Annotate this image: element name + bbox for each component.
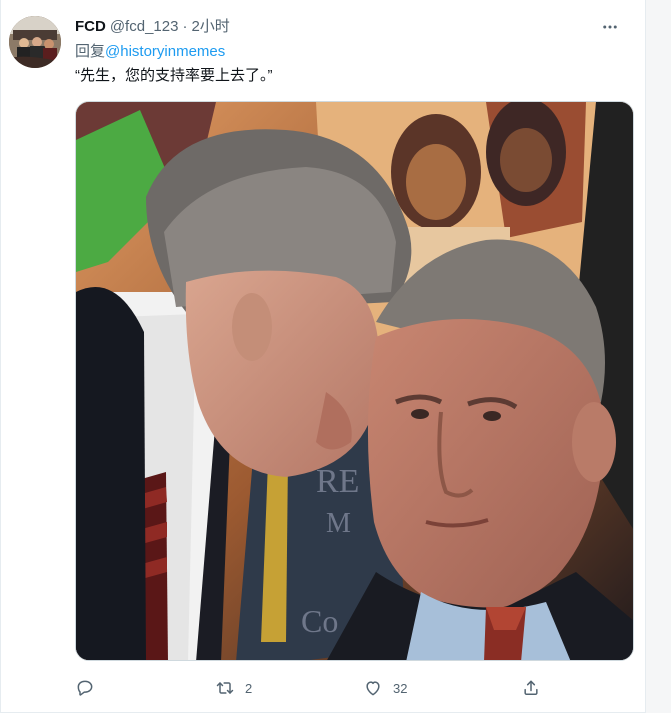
retweet-count: 2 [245, 680, 253, 696]
share-button[interactable] [521, 674, 541, 702]
reply-mention-link[interactable]: @historyinmemes [105, 43, 225, 60]
tweet-card: FCD @fcd_123 · 2小时 回复@historyinmemes “先生… [0, 0, 646, 713]
retweet-button[interactable]: 2 [215, 674, 252, 702]
reply-prefix: 回复 [75, 43, 106, 60]
tweet-header: FCD @fcd_123 · 2小时 [75, 16, 625, 38]
user-avatar[interactable] [9, 16, 61, 68]
tweet-photo[interactable]: RE M Co [75, 101, 634, 661]
timestamp[interactable]: 2小时 [191, 17, 229, 37]
share-upload-icon [524, 680, 538, 695]
reply-button[interactable] [75, 674, 105, 702]
reply-bubble-icon [77, 680, 93, 696]
svg-text:RE: RE [316, 463, 359, 500]
svg-text:Co: Co [301, 603, 338, 639]
tweet-actions-bar: 2 32 [75, 674, 545, 702]
like-count: 32 [393, 680, 408, 696]
tweet-text: “先生，您的支持率要上去了。” [75, 67, 273, 84]
heart-icon [366, 681, 380, 696]
more-options-button[interactable] [597, 14, 623, 40]
avatar-image [9, 16, 61, 68]
more-horizontal-icon [603, 25, 617, 29]
user-handle[interactable]: @fcd_123 [110, 17, 179, 37]
photo-illustration: RE M Co [76, 102, 633, 660]
replying-to: 回复@historyinmemes [75, 42, 225, 62]
separator-dot: · [182, 18, 188, 35]
display-name[interactable]: FCD [75, 17, 106, 37]
like-button[interactable]: 32 [363, 674, 407, 702]
svg-text:M: M [326, 508, 351, 539]
retweet-icon [216, 682, 234, 694]
